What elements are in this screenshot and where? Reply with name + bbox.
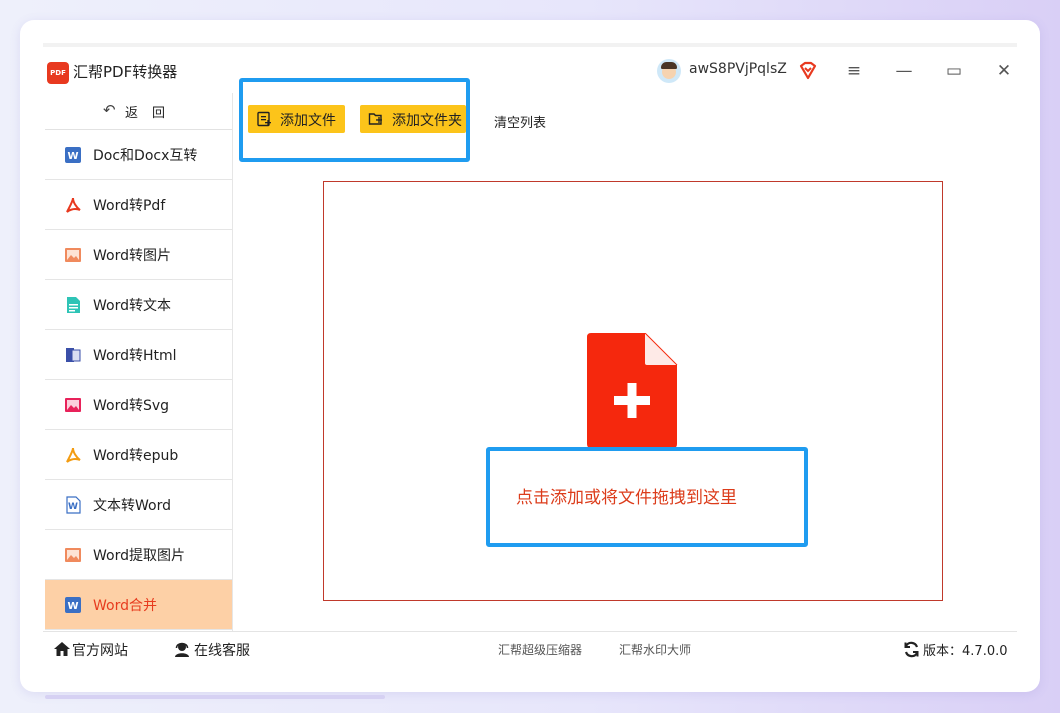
svg-text:W: W <box>67 151 78 162</box>
version-info: 版本：4.7.0.0 <box>923 640 1008 659</box>
svg-text:W: W <box>68 502 78 512</box>
card-shadow-bar <box>45 695 385 699</box>
sidebar-item-word-svg[interactable]: Word转Svg <box>45 380 232 430</box>
clear-list-button[interactable]: 清空列表 <box>494 112 546 131</box>
sidebar-item-word-merge[interactable]: W Word合并 <box>45 580 232 630</box>
sidebar-item-label: Word转Pdf <box>93 198 166 214</box>
maximize-button[interactable]: ▭ <box>942 59 966 83</box>
add-file-large-icon[interactable] <box>587 333 679 448</box>
version-value: 4.7.0.0 <box>962 644 1008 659</box>
watermark-link[interactable]: 汇帮水印大师 <box>619 641 691 658</box>
sidebar-item-label: Word转Svg <box>93 398 170 414</box>
sidebar-item-label: Word提取图片 <box>93 548 185 564</box>
version-label: 版本： <box>923 644 963 659</box>
word-icon: W <box>65 597 81 613</box>
sidebar-item-label: 文本转Word <box>93 498 171 514</box>
sidebar-item-label: Word合并 <box>93 598 157 614</box>
username[interactable]: awS8PVjPqlsZ <box>689 61 787 77</box>
word-icon: W <box>65 147 81 163</box>
sidebar-item-label: Word转图片 <box>93 248 171 264</box>
sidebar-item-word-image[interactable]: Word转图片 <box>45 230 232 280</box>
sidebar-item-doc-docx[interactable]: W Doc和Docx互转 <box>45 130 232 180</box>
back-label: 返回 <box>125 106 180 121</box>
image-icon <box>65 548 81 562</box>
highlight-box-drop-hint <box>486 447 808 547</box>
compressor-link[interactable]: 汇帮超级压缩器 <box>498 641 582 658</box>
sidebar-item-label: Word转Html <box>93 348 177 364</box>
app-title: 汇帮PDF转换器 <box>73 63 178 81</box>
app-logo-icon: PDF <box>47 62 69 84</box>
user-avatar[interactable] <box>657 59 681 83</box>
sidebar-item-word-html[interactable]: Word转Html <box>45 330 232 380</box>
sidebar-item-word-extract-image[interactable]: Word提取图片 <box>45 530 232 580</box>
sidebar: ↶ 返回 W Doc和Docx互转 Word转Pdf Word转图片 Word转… <box>45 93 233 631</box>
html-icon <box>66 348 81 362</box>
sidebar-item-text-word[interactable]: W 文本转Word <box>45 480 232 530</box>
epub-icon <box>66 447 81 463</box>
avatar-hair <box>661 62 677 69</box>
close-button[interactable]: ✕ <box>992 59 1016 83</box>
refresh-icon[interactable] <box>903 641 920 658</box>
support-agent-icon <box>175 642 189 657</box>
app-window: PDF 汇帮PDF转换器 awS8PVjPqlsZ ≡ — ▭ ✕ ↶ 返回 W… <box>43 43 1017 665</box>
minimize-button[interactable]: — <box>892 59 916 83</box>
sidebar-item-label: Word转文本 <box>93 298 171 314</box>
text-doc-icon <box>67 297 80 313</box>
svg-image-icon <box>65 398 81 412</box>
vip-diamond-icon[interactable] <box>797 60 819 82</box>
menu-button[interactable]: ≡ <box>842 59 866 83</box>
sidebar-item-label: Word转epub <box>93 448 179 464</box>
online-support-link[interactable]: 在线客服 <box>194 640 250 660</box>
sidebar-item-word-epub[interactable]: Word转epub <box>45 430 232 480</box>
back-arrow-icon: ↶ <box>103 101 116 119</box>
title-bar: PDF 汇帮PDF转换器 awS8PVjPqlsZ ≡ — ▭ ✕ <box>43 47 1017 93</box>
official-website-link[interactable]: 官方网站 <box>72 640 128 660</box>
sidebar-item-word-text[interactable]: Word转文本 <box>45 280 232 330</box>
back-button[interactable]: ↶ 返回 <box>45 93 232 130</box>
highlight-box-toolbar <box>239 78 470 162</box>
image-icon <box>65 248 81 262</box>
svg-text:W: W <box>67 601 78 612</box>
pdf-icon <box>66 197 81 213</box>
word-outline-icon: W <box>66 496 81 514</box>
bottom-bar: 官方网站 在线客服 汇帮超级压缩器 汇帮水印大师 版本：4.7.0.0 <box>43 631 1017 665</box>
home-icon <box>54 642 70 656</box>
sidebar-item-word-pdf[interactable]: Word转Pdf <box>45 180 232 230</box>
sidebar-item-label: Doc和Docx互转 <box>93 148 198 164</box>
